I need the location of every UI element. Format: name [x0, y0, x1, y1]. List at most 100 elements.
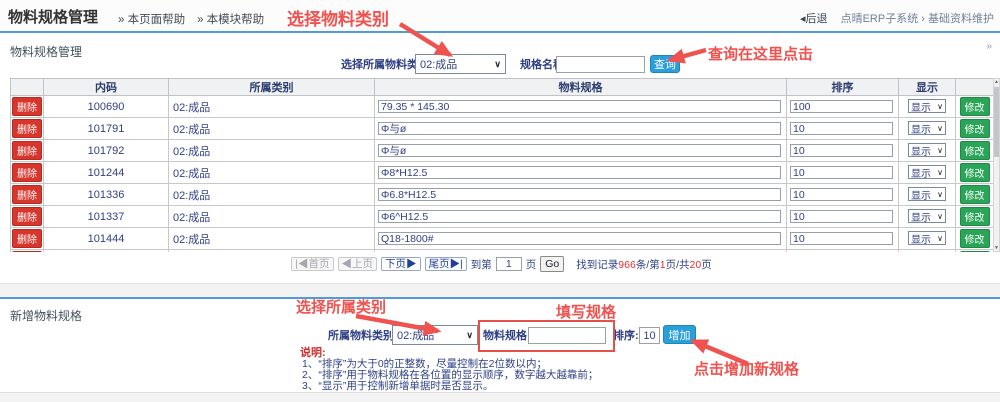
summary-mid1: 条/第 [636, 259, 660, 271]
sort-value-input[interactable] [790, 166, 893, 179]
help-page-link[interactable]: » 本页面帮助 [118, 14, 185, 26]
show-select[interactable]: 显示 ∨ [908, 121, 946, 135]
show-select[interactable]: 显示 ∨ [908, 99, 946, 113]
spec-value-input[interactable] [378, 210, 781, 223]
chevron-down-icon: ∨ [466, 330, 473, 341]
table-row: 删除 101444 02:成品 显示 ∨ 修改 [11, 228, 994, 250]
sort-value-input[interactable] [790, 232, 893, 245]
page-number-input[interactable] [496, 257, 522, 271]
cell-code: 101337 [44, 206, 169, 228]
last-page-button[interactable]: 尾页▶| [425, 257, 467, 271]
query-category-select[interactable]: 02:成品 ∨ [415, 54, 506, 74]
cell-code: 101792 [44, 140, 169, 162]
cell-show: 显示 ∨ [899, 96, 956, 118]
sort-value-input[interactable] [790, 188, 893, 201]
table-row: 删除 100712 02:成品 显示 ∨ 修改 [11, 250, 994, 253]
cell-delete: 删除 [11, 140, 44, 162]
modify-button[interactable]: 修改 [960, 251, 990, 252]
chevron-down-icon: ∨ [937, 168, 943, 177]
header-show: 显示 [899, 79, 956, 96]
annotation-click-search: 查询在这里点击 [708, 43, 813, 64]
spec-table-wrap: 内码 所属类别 物料规格 排序 显示 删除 100690 02:成品 [10, 78, 993, 252]
delete-button[interactable]: 删除 [12, 207, 42, 226]
header-code: 内码 [44, 79, 169, 96]
spec-value-input[interactable] [378, 232, 781, 245]
back-label: 后退 [806, 13, 828, 25]
delete-button[interactable]: 删除 [12, 97, 42, 116]
show-select[interactable]: 显示 ∨ [908, 187, 946, 201]
cell-code: 101791 [44, 118, 169, 140]
modify-button[interactable]: 修改 [960, 229, 990, 248]
record-summary: 找到记录966条/第1页/共20页 [576, 257, 711, 272]
next-page-button[interactable]: 下页▶ [381, 257, 421, 271]
cell-spec [375, 184, 787, 206]
modify-button[interactable]: 修改 [960, 119, 990, 138]
show-select[interactable]: 显示 ∨ [908, 165, 946, 179]
cell-category: 02:成品 [169, 140, 375, 162]
modify-button[interactable]: 修改 [960, 185, 990, 204]
scrollbar-down-icon[interactable]: ▼ [994, 245, 999, 251]
breadcrumb-section[interactable]: 基础资料维护 [928, 13, 994, 25]
spec-name-input[interactable] [556, 56, 645, 73]
cell-delete: 删除 [11, 118, 44, 140]
sort-value-input[interactable] [790, 122, 893, 135]
cell-modify: 修改 [956, 228, 994, 250]
cell-code: 101244 [44, 162, 169, 184]
cell-show: 显示 ∨ [899, 228, 956, 250]
search-button[interactable]: 查询 [650, 55, 680, 73]
modify-button[interactable]: 修改 [960, 163, 990, 182]
delete-button[interactable]: 删除 [12, 163, 42, 182]
cell-category: 02:成品 [169, 118, 375, 140]
go-button[interactable]: Go [540, 256, 564, 272]
spec-value-input[interactable] [378, 122, 781, 135]
cell-modify: 修改 [956, 162, 994, 184]
annotation-fill-spec: 填写规格 [556, 301, 616, 322]
cell-spec [375, 140, 787, 162]
scrollbar-up-icon[interactable]: ▲ [994, 79, 999, 85]
cell-spec [375, 206, 787, 228]
spec-value-input[interactable] [378, 188, 781, 201]
modify-button[interactable]: 修改 [960, 97, 990, 116]
prev-page-button[interactable]: ◀上页 [338, 257, 378, 271]
collapse-icon[interactable]: » [986, 41, 992, 52]
spec-value-input[interactable] [378, 166, 781, 179]
add-sort-input[interactable] [639, 327, 660, 344]
table-row: 删除 101337 02:成品 显示 ∨ 修改 [11, 206, 994, 228]
delete-button[interactable]: 删除 [12, 185, 42, 204]
spec-value-input[interactable] [378, 100, 781, 113]
chevron-down-icon: ∨ [937, 102, 943, 111]
cell-category: 02:成品 [169, 228, 375, 250]
help-module-link[interactable]: » 本模块帮助 [197, 14, 264, 26]
header-delete [11, 79, 44, 96]
cell-modify: 修改 [956, 96, 994, 118]
back-button[interactable]: ◂后退 [800, 13, 828, 25]
modify-button[interactable]: 修改 [960, 141, 990, 160]
delete-button[interactable]: 删除 [12, 141, 42, 160]
cell-sort [787, 228, 899, 250]
sort-value-input[interactable] [790, 144, 893, 157]
breadcrumb-system[interactable]: 点晴ERP子系统 [841, 13, 919, 25]
show-select[interactable]: 显示 ∨ [908, 231, 946, 245]
delete-button[interactable]: 删除 [12, 119, 42, 138]
first-page-button[interactable]: |◀首页 [291, 257, 333, 271]
summary-mid2: 页/共 [666, 259, 690, 271]
cell-sort [787, 96, 899, 118]
delete-button[interactable]: 删除 [12, 229, 42, 248]
page: 物料规格管理 » 本页面帮助» 本模块帮助 ◂后退 点晴ERP子系统 › 基础资… [0, 0, 1000, 402]
page-unit-label: 页 [526, 257, 537, 272]
table-scrollbar[interactable]: ▲ ▼ [993, 78, 1000, 252]
spec-value-input[interactable] [378, 144, 781, 157]
cell-modify: 修改 [956, 206, 994, 228]
delete-button[interactable]: 删除 [12, 251, 42, 252]
cell-delete: 删除 [11, 228, 44, 250]
add-category-select[interactable]: 02:成品 ∨ [392, 325, 478, 345]
cell-delete: 删除 [11, 184, 44, 206]
modify-button[interactable]: 修改 [960, 207, 990, 226]
sort-value-input[interactable] [790, 100, 893, 113]
sort-value-input[interactable] [790, 210, 893, 223]
show-select[interactable]: 显示 ∨ [908, 209, 946, 223]
show-select[interactable]: 显示 ∨ [908, 143, 946, 157]
scrollbar-thumb[interactable] [994, 87, 999, 157]
add-button[interactable]: 增加 [663, 325, 696, 344]
pagination-bar: |◀首页 ◀上页 下页▶ 尾页▶| 到第 页 Go 找到记录966条/第1页/共… [10, 256, 993, 272]
